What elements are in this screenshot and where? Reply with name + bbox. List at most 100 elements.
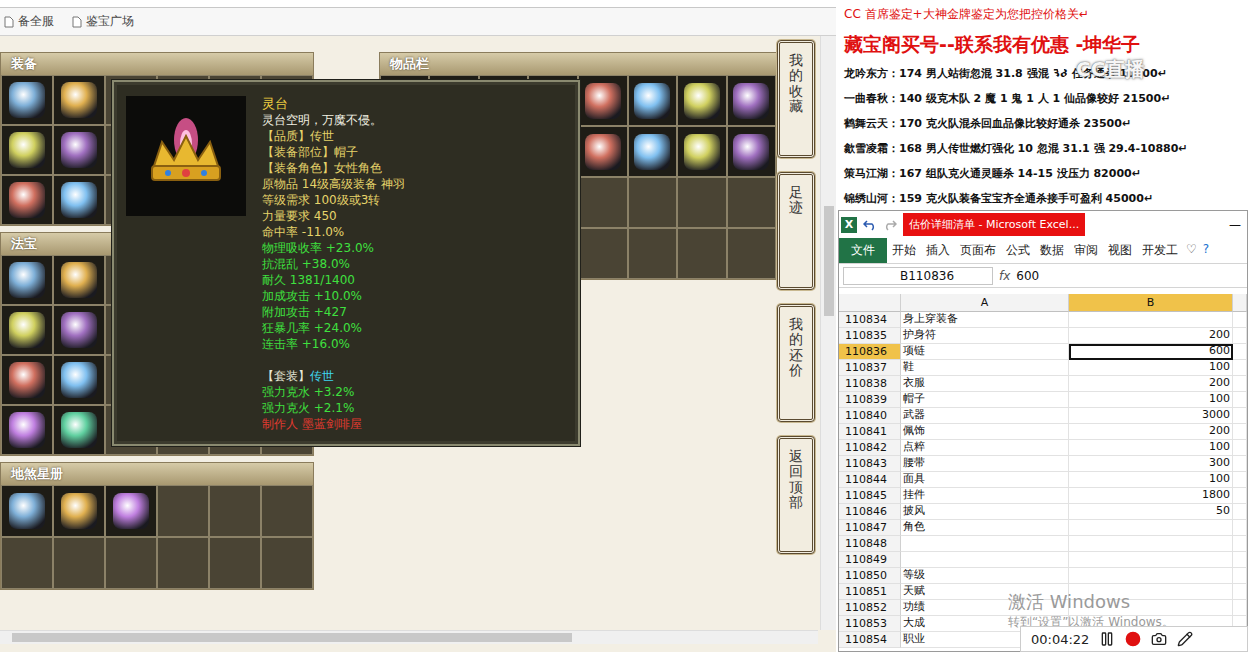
cell[interactable]: [1233, 312, 1247, 328]
cell[interactable]: [1233, 360, 1247, 376]
cell[interactable]: 项链: [901, 344, 1069, 360]
row-number[interactable]: 110837: [839, 360, 901, 376]
cell[interactable]: [1233, 552, 1247, 568]
cell[interactable]: 200: [1069, 328, 1233, 344]
cell[interactable]: [1233, 536, 1247, 552]
item-slot[interactable]: [628, 75, 678, 126]
cell[interactable]: [1233, 424, 1247, 440]
item-slot[interactable]: [578, 75, 628, 126]
cell[interactable]: 披风: [901, 504, 1069, 520]
pause-icon[interactable]: [1099, 631, 1115, 647]
ribbon-icon[interactable]: ?: [1200, 238, 1212, 263]
item-slot[interactable]: [727, 126, 777, 177]
item-slot[interactable]: [53, 255, 105, 305]
scroll-thumb[interactable]: [824, 206, 834, 316]
cell[interactable]: [1069, 520, 1233, 536]
fx-label[interactable]: fx: [999, 269, 1010, 283]
item-slot[interactable]: [578, 228, 628, 279]
cell[interactable]: 3000: [1069, 408, 1233, 424]
item-slot[interactable]: [1, 305, 53, 355]
cell[interactable]: [1233, 328, 1247, 344]
cell[interactable]: [1233, 520, 1247, 536]
ribbon-tab[interactable]: 开始: [887, 238, 921, 263]
ribbon-tab[interactable]: 页面布: [955, 238, 1001, 263]
ribbon-tab[interactable]: 开发工: [1137, 238, 1183, 263]
item-slot[interactable]: [53, 75, 105, 125]
item-slot[interactable]: [209, 537, 261, 589]
item-slot[interactable]: [53, 485, 105, 537]
cell[interactable]: [1233, 568, 1247, 584]
corner-cell[interactable]: [839, 294, 901, 312]
side-button[interactable]: 我的还价: [777, 304, 815, 422]
cell[interactable]: 衣服: [901, 376, 1069, 392]
cell[interactable]: 角色: [901, 520, 1069, 536]
cell[interactable]: [901, 536, 1069, 552]
cell[interactable]: [1233, 584, 1247, 600]
item-slot[interactable]: [105, 537, 157, 589]
item-slot[interactable]: [677, 177, 727, 228]
row-number[interactable]: 110841: [839, 424, 901, 440]
cell[interactable]: 300: [1069, 456, 1233, 472]
cell[interactable]: 200: [1069, 424, 1233, 440]
cell[interactable]: [1233, 440, 1247, 456]
item-slot[interactable]: [157, 537, 209, 589]
cell[interactable]: [1233, 472, 1247, 488]
ribbon-tab[interactable]: 视图: [1103, 238, 1137, 263]
pen-icon[interactable]: [1177, 631, 1193, 647]
cell[interactable]: 鞋: [901, 360, 1069, 376]
item-slot[interactable]: [53, 125, 105, 175]
cell[interactable]: 100: [1069, 392, 1233, 408]
vertical-scrollbar[interactable]: [820, 36, 836, 630]
ribbon-tab[interactable]: 插入: [921, 238, 955, 263]
cell[interactable]: [1233, 456, 1247, 472]
cell[interactable]: [1233, 376, 1247, 392]
cell[interactable]: 身上穿装备: [901, 312, 1069, 328]
side-button[interactable]: 我的收藏: [777, 40, 815, 158]
ribbon-tab[interactable]: 数据: [1035, 238, 1069, 263]
camera-icon[interactable]: [1151, 631, 1167, 647]
cell[interactable]: 点粹: [901, 440, 1069, 456]
item-slot[interactable]: [578, 126, 628, 177]
item-slot[interactable]: [53, 305, 105, 355]
cell[interactable]: 腰带: [901, 456, 1069, 472]
stop-icon[interactable]: [1125, 631, 1141, 647]
row-number[interactable]: 110835: [839, 328, 901, 344]
cell[interactable]: [1069, 536, 1233, 552]
row-number[interactable]: 110847: [839, 520, 901, 536]
cell[interactable]: [1069, 568, 1233, 584]
row-number[interactable]: 110846: [839, 504, 901, 520]
item-slot[interactable]: [1, 537, 53, 589]
item-slot[interactable]: [157, 485, 209, 537]
bookmark[interactable]: 备全服: [4, 13, 54, 30]
item-slot[interactable]: [261, 537, 313, 589]
scroll-thumb[interactable]: [12, 633, 572, 642]
item-slot[interactable]: [727, 228, 777, 279]
ribbon-tab[interactable]: 文件: [839, 238, 887, 263]
row-number[interactable]: 110839: [839, 392, 901, 408]
cell[interactable]: 600: [1069, 344, 1233, 360]
item-slot[interactable]: [578, 177, 628, 228]
item-slot[interactable]: [1, 255, 53, 305]
cell[interactable]: [1069, 552, 1233, 568]
cell[interactable]: 面具: [901, 472, 1069, 488]
row-number[interactable]: 110844: [839, 472, 901, 488]
cell[interactable]: 佩饰: [901, 424, 1069, 440]
row-number[interactable]: 110838: [839, 376, 901, 392]
column-header[interactable]: A: [901, 294, 1069, 312]
row-number[interactable]: 110849: [839, 552, 901, 568]
item-slot[interactable]: [53, 175, 105, 225]
item-slot[interactable]: [209, 485, 261, 537]
item-slot[interactable]: [1, 125, 53, 175]
row-number[interactable]: 110852: [839, 600, 901, 616]
item-slot[interactable]: [1, 485, 53, 537]
cell[interactable]: 1800: [1069, 488, 1233, 504]
item-slot[interactable]: [677, 75, 727, 126]
row-number[interactable]: 110843: [839, 456, 901, 472]
cell[interactable]: [1233, 488, 1247, 504]
item-slot[interactable]: [1, 405, 53, 455]
item-slot[interactable]: [727, 177, 777, 228]
ribbon-icon[interactable]: ♡: [1183, 238, 1200, 263]
cell[interactable]: 100: [1069, 472, 1233, 488]
bookmark[interactable]: 鉴宝广场: [72, 13, 134, 30]
formula-value[interactable]: 600: [1016, 269, 1039, 283]
